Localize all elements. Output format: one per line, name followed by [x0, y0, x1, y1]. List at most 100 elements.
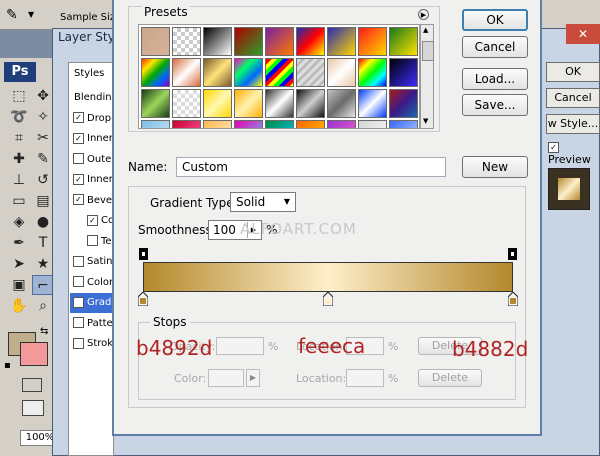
- preset-swatch[interactable]: [327, 89, 356, 118]
- style-item[interactable]: ✓ Drop: [70, 109, 114, 129]
- path-select-icon[interactable]: ➤: [8, 254, 30, 274]
- preset-swatch[interactable]: [296, 120, 325, 128]
- quick-mask-icon[interactable]: [22, 378, 42, 392]
- preset-swatch[interactable]: [296, 58, 325, 87]
- preset-swatch[interactable]: [389, 27, 418, 56]
- style-item[interactable]: ✓ Bevel: [70, 191, 114, 211]
- save-button[interactable]: Save...: [462, 94, 528, 116]
- preset-swatch[interactable]: [389, 120, 418, 128]
- preset-swatch[interactable]: [203, 89, 232, 118]
- preset-swatch[interactable]: [265, 89, 294, 118]
- layer-style-ok-button[interactable]: OK: [546, 62, 600, 82]
- style-item[interactable]: Strok: [70, 334, 114, 354]
- preset-swatch[interactable]: [265, 27, 294, 56]
- history-brush-icon[interactable]: ↺: [32, 170, 54, 190]
- style-item[interactable]: Satin: [70, 252, 114, 272]
- style-checkbox[interactable]: [73, 337, 84, 349]
- preset-swatch[interactable]: [296, 89, 325, 118]
- preset-swatch[interactable]: [358, 120, 387, 128]
- gradient-bar[interactable]: [143, 262, 513, 292]
- preset-swatch[interactable]: [358, 58, 387, 87]
- style-checkbox[interactable]: ✓: [73, 132, 84, 144]
- style-item[interactable]: ✓ Inner: [70, 170, 114, 190]
- preset-swatch[interactable]: [234, 89, 263, 118]
- shape-icon[interactable]: ★: [32, 254, 54, 274]
- preset-swatch[interactable]: [203, 120, 232, 128]
- scroll-down-icon[interactable]: ▼: [423, 117, 428, 125]
- preset-swatch[interactable]: [141, 120, 170, 128]
- style-item[interactable]: Color: [70, 273, 114, 293]
- style-checkbox[interactable]: [87, 235, 98, 246]
- preset-swatch[interactable]: [172, 58, 201, 87]
- style-checkbox[interactable]: ✓: [87, 214, 98, 226]
- stamp-icon[interactable]: ⊥: [8, 170, 30, 190]
- default-colors-icon[interactable]: ▪: [4, 360, 11, 371]
- preview-checkbox[interactable]: ✓: [548, 141, 559, 153]
- preset-swatch[interactable]: [265, 120, 294, 128]
- style-item[interactable]: Patte: [70, 314, 114, 334]
- screen-mode-icon[interactable]: [22, 400, 44, 416]
- preset-swatch[interactable]: [234, 27, 263, 56]
- style-checkbox[interactable]: [73, 276, 84, 287]
- magic-wand-icon[interactable]: ✧: [32, 107, 54, 127]
- preset-swatch[interactable]: [327, 120, 356, 128]
- eyedropper-icon[interactable]: ✎: [6, 7, 18, 23]
- preset-swatch[interactable]: [172, 27, 201, 56]
- preset-swatch[interactable]: [327, 58, 356, 87]
- style-checkbox[interactable]: ✓: [73, 296, 84, 308]
- eraser-icon[interactable]: ▭: [8, 191, 30, 211]
- scrollbar-thumb[interactable]: [422, 41, 434, 61]
- background-color-swatch[interactable]: [20, 342, 48, 366]
- notes-icon[interactable]: ▣: [8, 275, 30, 295]
- color-stop[interactable]: [138, 292, 148, 306]
- color-menu-icon[interactable]: ▶: [246, 369, 260, 387]
- preset-swatch[interactable]: [172, 120, 201, 128]
- opacity-stop-left[interactable]: [139, 248, 148, 260]
- preset-swatch[interactable]: [172, 89, 201, 118]
- color-location-field[interactable]: [346, 369, 384, 387]
- style-item[interactable]: ✓ Grad: [70, 293, 114, 313]
- color-stop[interactable]: [323, 292, 333, 306]
- dodge-icon[interactable]: ●: [32, 212, 54, 232]
- style-item[interactable]: Blending: [70, 88, 114, 108]
- preset-swatch[interactable]: [389, 89, 418, 118]
- hand-icon[interactable]: ✋: [8, 296, 30, 316]
- blur-icon[interactable]: ◈: [8, 212, 30, 232]
- preset-swatch[interactable]: [265, 58, 294, 87]
- preset-swatch[interactable]: [141, 58, 170, 87]
- swap-colors-icon[interactable]: ⇆: [40, 326, 48, 337]
- preset-swatch[interactable]: [234, 120, 263, 128]
- preset-swatch[interactable]: [141, 27, 170, 56]
- color-stop[interactable]: [508, 292, 518, 306]
- color-delete-button[interactable]: Delete: [418, 369, 482, 387]
- load-button[interactable]: Load...: [462, 68, 528, 90]
- brush-icon[interactable]: ✎: [32, 149, 54, 169]
- layer-style-cancel-button[interactable]: Cancel: [546, 88, 600, 108]
- name-field[interactable]: Custom: [176, 157, 446, 177]
- opacity-stop-right[interactable]: [508, 248, 517, 260]
- cancel-button[interactable]: Cancel: [462, 36, 528, 58]
- style-checkbox[interactable]: ✓: [73, 112, 84, 123]
- presets-scrollbar[interactable]: ▲ ▼: [420, 24, 434, 129]
- pen-icon[interactable]: ✒: [8, 233, 30, 253]
- style-checkbox[interactable]: [73, 255, 84, 267]
- preset-swatch[interactable]: [203, 58, 232, 87]
- eyedropper-icon[interactable]: ⌐: [32, 275, 54, 295]
- type-icon[interactable]: T: [32, 233, 54, 253]
- preset-swatch[interactable]: [389, 58, 418, 87]
- preset-swatch[interactable]: [327, 27, 356, 56]
- style-checkbox[interactable]: ✓: [73, 194, 84, 205]
- style-item[interactable]: Outer: [70, 150, 114, 170]
- scroll-up-icon[interactable]: ▲: [423, 26, 428, 34]
- preset-swatch[interactable]: [358, 89, 387, 118]
- ok-button[interactable]: OK: [462, 9, 528, 31]
- preset-swatch[interactable]: [296, 27, 325, 56]
- gradient-type-select[interactable]: Solid ▼: [230, 192, 296, 212]
- preset-swatch[interactable]: [203, 27, 232, 56]
- style-item[interactable]: ✓ Inner: [70, 129, 114, 149]
- chevron-down-icon[interactable]: ▼: [28, 10, 34, 19]
- preset-swatch[interactable]: [358, 27, 387, 56]
- close-icon[interactable]: ✕: [566, 24, 600, 44]
- new-style-button[interactable]: w Style...: [546, 114, 600, 134]
- new-button[interactable]: New: [462, 156, 528, 178]
